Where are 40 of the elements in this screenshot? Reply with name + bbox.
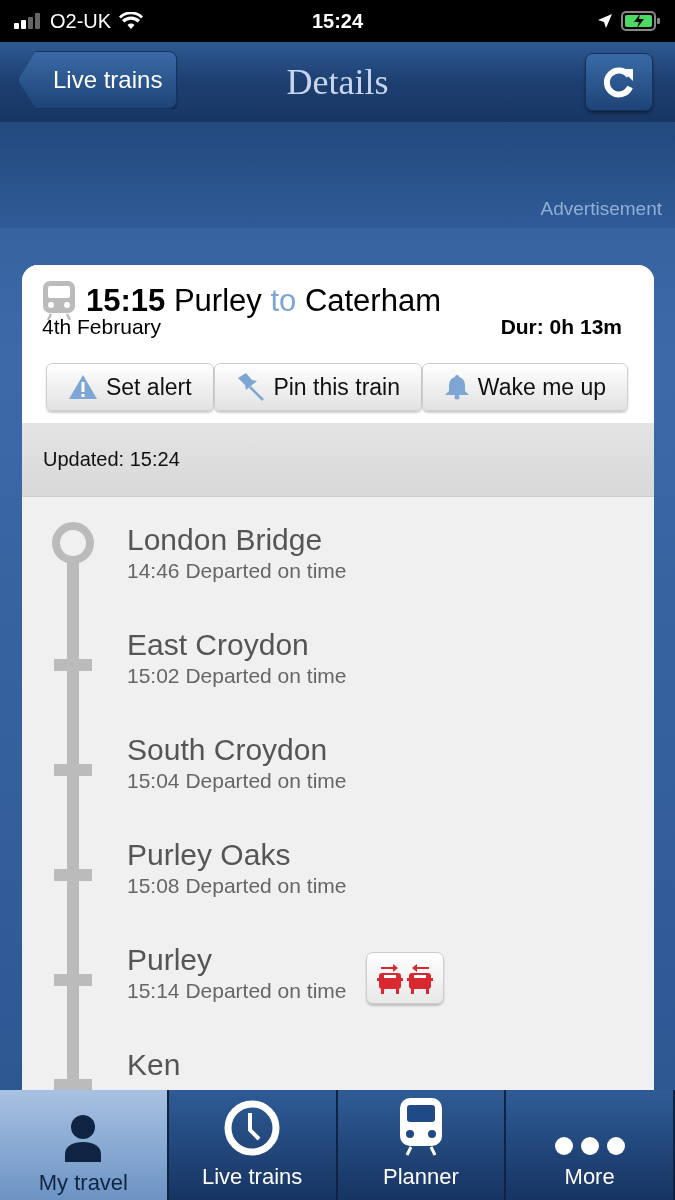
station-name: South Croydon bbox=[127, 733, 329, 767]
tab-bar-item[interactable]: More bbox=[506, 1090, 675, 1200]
trains-icon bbox=[377, 961, 434, 995]
person-icon bbox=[63, 1114, 104, 1162]
action-button[interactable]: Set alert bbox=[46, 363, 214, 411]
departure-status: 15:14 Departed on time bbox=[127, 979, 347, 1003]
train-icon bbox=[397, 1098, 444, 1156]
train-icon bbox=[42, 281, 76, 321]
station-name: Purley bbox=[127, 943, 214, 977]
tab-bar-item[interactable]: Live trains bbox=[168, 1090, 338, 1200]
action-button[interactable]: Pin this train bbox=[213, 363, 422, 411]
page-title: Details bbox=[285, 61, 390, 103]
bell-icon bbox=[443, 374, 470, 400]
refresh-icon bbox=[602, 65, 636, 99]
refresh-button[interactable] bbox=[585, 53, 653, 111]
more-icon bbox=[553, 1136, 626, 1156]
departure-status: 15:08 Departed on time bbox=[127, 874, 347, 898]
departure-status: 15:02 Departed on time bbox=[127, 664, 347, 688]
clock-icon bbox=[224, 1100, 281, 1156]
location-icon bbox=[597, 13, 613, 29]
station-name: London Bridge bbox=[127, 523, 324, 557]
tab-bar-item[interactable]: Planner bbox=[337, 1090, 507, 1200]
back-button[interactable]: Live trains bbox=[18, 51, 178, 109]
departure-status: 15:04 Departed on time bbox=[127, 769, 347, 793]
departure-status: 14:46 Departed on time bbox=[127, 559, 347, 583]
change-trains-button[interactable] bbox=[366, 952, 445, 1004]
signal-icon bbox=[14, 13, 42, 29]
action-button[interactable]: Wake me up bbox=[421, 363, 628, 411]
battery-icon bbox=[621, 11, 661, 31]
station-name: East Croydon bbox=[127, 628, 310, 662]
clock-time: 15:24 bbox=[310, 9, 365, 33]
station-name: Purley Oaks bbox=[127, 838, 292, 872]
warning-icon bbox=[67, 374, 98, 400]
advertisement-label: Advertisement bbox=[540, 198, 662, 220]
updated-time: Updated: 15:24 bbox=[43, 448, 180, 471]
carrier-name: O2-UK bbox=[50, 9, 112, 33]
tab-bar-item[interactable]: My travel bbox=[0, 1090, 169, 1200]
wifi-icon bbox=[119, 12, 144, 30]
station-name: Ken bbox=[127, 1048, 181, 1082]
journey-duration: Dur: 0h 13m bbox=[500, 315, 622, 339]
